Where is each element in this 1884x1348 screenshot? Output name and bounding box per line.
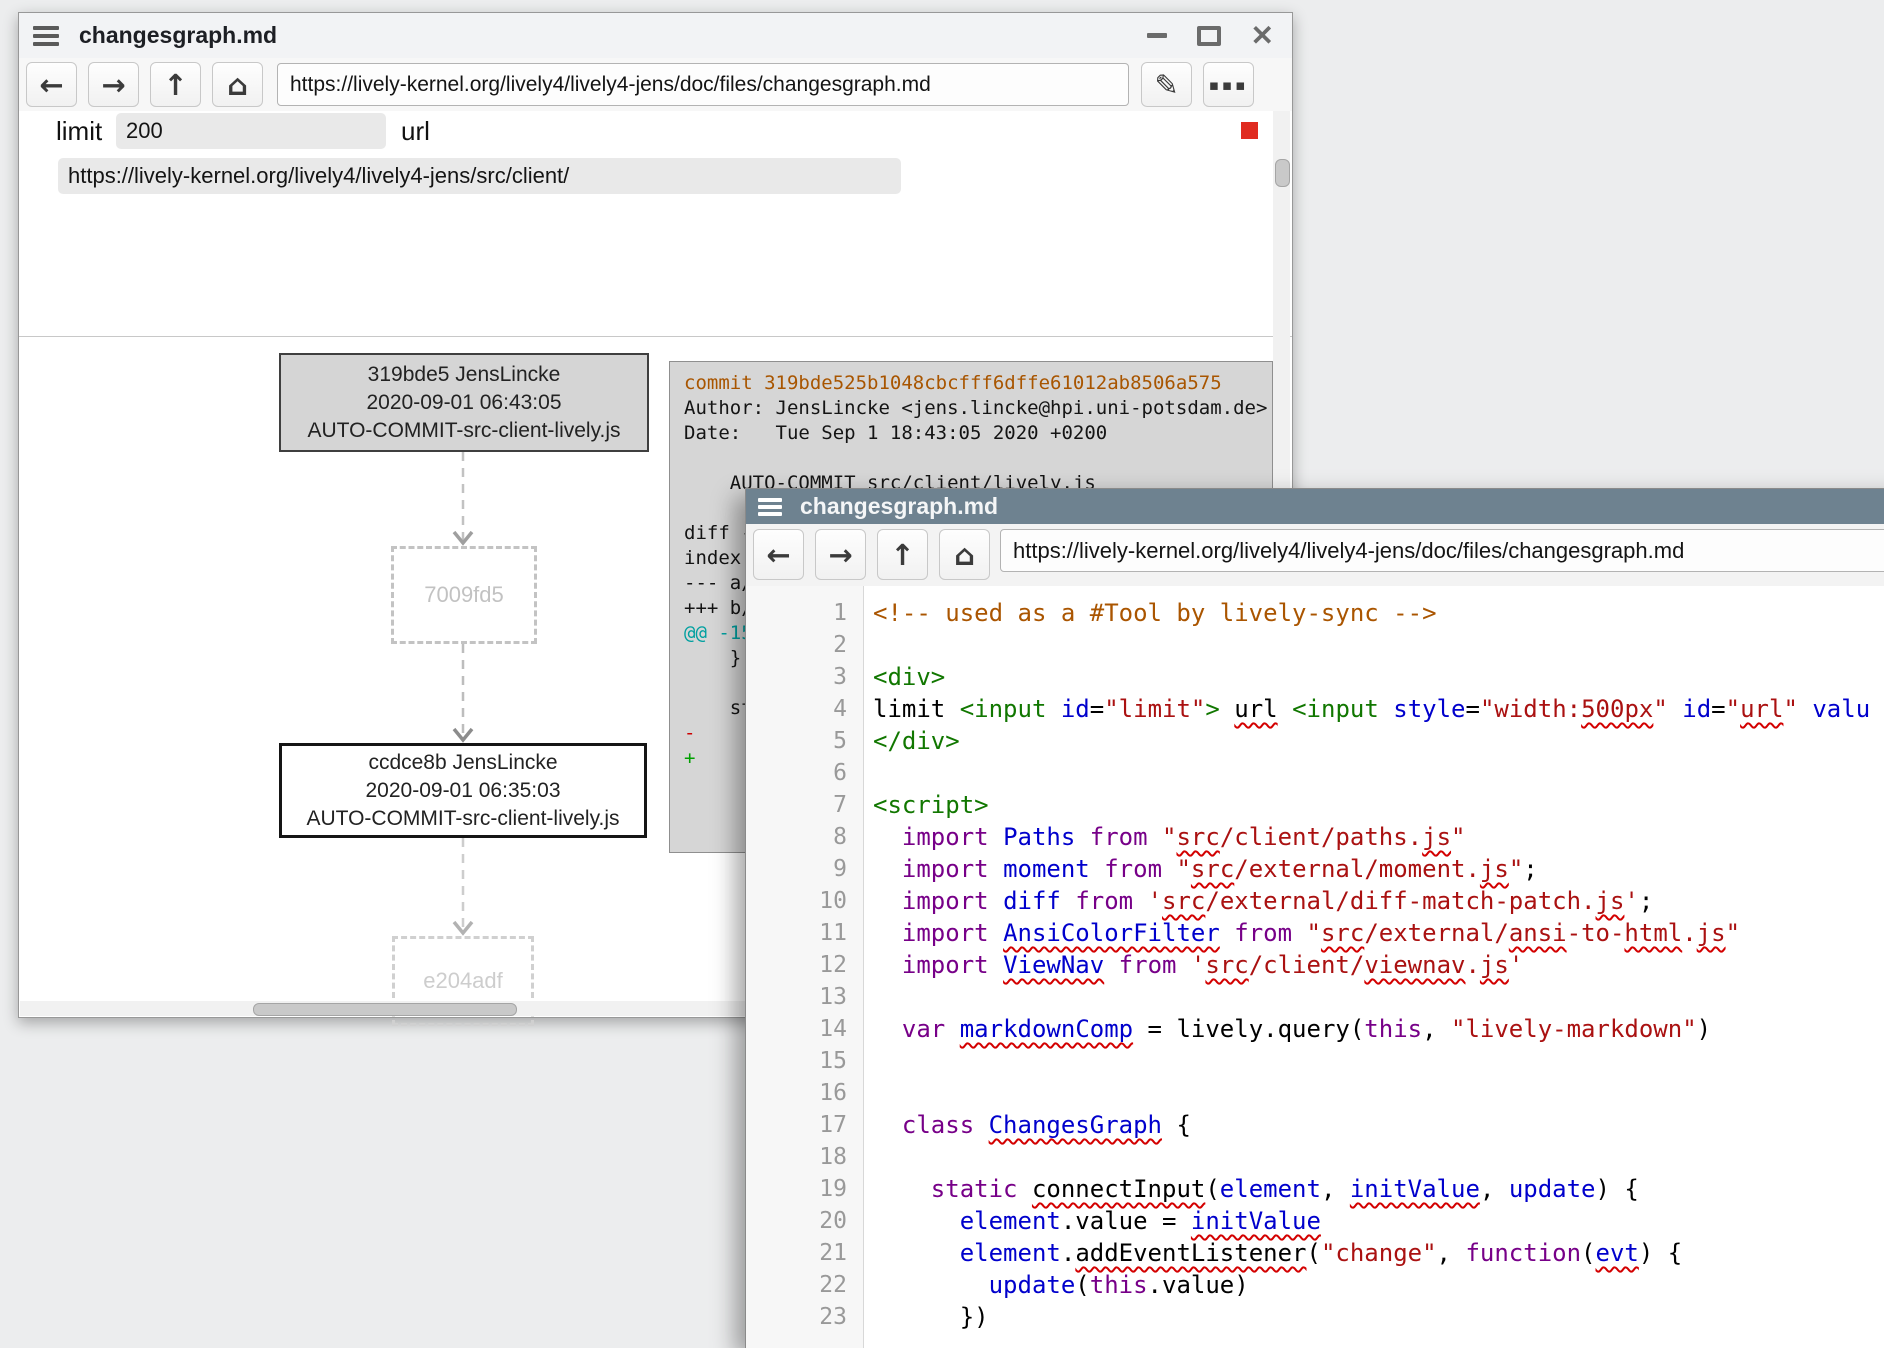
- line-number: 21: [746, 1237, 863, 1269]
- line-number: 9: [746, 853, 863, 885]
- code-line[interactable]: 1<!-- used as a #Tool by lively-sync -->: [746, 597, 1884, 629]
- window1-title: changesgraph.md: [79, 22, 277, 49]
- menu-icon[interactable]: [758, 498, 782, 516]
- window2-titlebar[interactable]: changesgraph.md: [746, 489, 1884, 524]
- code-line[interactable]: 9 import moment from "src/external/momen…: [746, 853, 1884, 885]
- code-line[interactable]: 19 static connectInput(element, initValu…: [746, 1173, 1884, 1205]
- code-line[interactable]: 14 var markdownComp = lively.query(this,…: [746, 1013, 1884, 1045]
- maximize-icon[interactable]: [1197, 26, 1221, 46]
- forward-button[interactable]: →: [815, 529, 866, 580]
- window1-url-input[interactable]: [277, 63, 1129, 106]
- up-button[interactable]: ↑: [150, 62, 201, 107]
- line-number: 22: [746, 1269, 863, 1301]
- line-number: 2: [746, 629, 863, 661]
- minimize-icon[interactable]: [1147, 33, 1167, 38]
- code-line[interactable]: 2: [746, 629, 1884, 661]
- code-line[interactable]: 12 import ViewNav from 'src/client/viewn…: [746, 949, 1884, 981]
- window1-titlebar[interactable]: changesgraph.md ✕: [19, 13, 1292, 59]
- up-button[interactable]: ↑: [877, 529, 928, 580]
- url-label: url: [401, 116, 430, 147]
- line-number: 15: [746, 1045, 863, 1077]
- code-line[interactable]: 15: [746, 1045, 1884, 1077]
- commit-node-7009fd5[interactable]: 7009fd5: [391, 546, 537, 644]
- line-number: 8: [746, 821, 863, 853]
- mutation-indicator: [1241, 122, 1258, 139]
- close-icon[interactable]: ✕: [1251, 22, 1274, 50]
- window-changesgraph-front: changesgraph.md ← → ↑ ⌂ 1<!-- used as a …: [745, 488, 1884, 1348]
- vertical-scrollbar-thumb[interactable]: [1275, 159, 1290, 187]
- more-button[interactable]: ▪▪▪: [1203, 62, 1254, 107]
- line-number: 3: [746, 661, 863, 693]
- code-line[interactable]: 3<div>: [746, 661, 1884, 693]
- code-line[interactable]: 4limit <input id="limit"> url <input sty…: [746, 693, 1884, 725]
- line-number: 1: [746, 597, 863, 629]
- window2-toolbar: ← → ↑ ⌂: [746, 524, 1884, 587]
- line-number: 7: [746, 789, 863, 821]
- back-button[interactable]: ←: [26, 62, 77, 107]
- content-separator: [19, 336, 1292, 337]
- home-button[interactable]: ⌂: [212, 62, 263, 107]
- diff-line: Author: JensLincke <jens.lincke@hpi.uni-…: [684, 396, 1258, 421]
- back-button[interactable]: ←: [753, 529, 804, 580]
- diff-line: [684, 446, 1258, 471]
- code-line[interactable]: 13: [746, 981, 1884, 1013]
- line-number: 18: [746, 1141, 863, 1173]
- line-number: 10: [746, 885, 863, 917]
- line-number: 19: [746, 1173, 863, 1205]
- limit-label: limit: [56, 116, 102, 147]
- line-number: 4: [746, 693, 863, 725]
- line-number: 6: [746, 757, 863, 789]
- line-number: 13: [746, 981, 863, 1013]
- code-line[interactable]: 8 import Paths from "src/client/paths.js…: [746, 821, 1884, 853]
- url-value-input[interactable]: [58, 158, 901, 194]
- window1-controls: ✕: [1147, 22, 1274, 50]
- menu-icon[interactable]: [33, 26, 59, 46]
- code-line[interactable]: 20 element.value = initValue: [746, 1205, 1884, 1237]
- code-editor[interactable]: 1<!-- used as a #Tool by lively-sync -->…: [746, 586, 1884, 1348]
- line-number: 12: [746, 949, 863, 981]
- code-line[interactable]: 11 import AnsiColorFilter from "src/exte…: [746, 917, 1884, 949]
- code-line[interactable]: 23 }): [746, 1301, 1884, 1333]
- line-number: 16: [746, 1077, 863, 1109]
- line-number: 14: [746, 1013, 863, 1045]
- home-button[interactable]: ⌂: [939, 529, 990, 580]
- code-line[interactable]: 17 class ChangesGraph {: [746, 1109, 1884, 1141]
- code-line[interactable]: 5</div>: [746, 725, 1884, 757]
- line-number: 5: [746, 725, 863, 757]
- line-number: 20: [746, 1205, 863, 1237]
- diff-line: commit 319bde525b1048cbcfff6dffe61012ab8…: [684, 371, 1258, 396]
- horizontal-scrollbar-thumb[interactable]: [253, 1003, 517, 1016]
- code-line[interactable]: 22 update(this.value): [746, 1269, 1884, 1301]
- edit-button[interactable]: ✎: [1141, 62, 1192, 107]
- line-number: 17: [746, 1109, 863, 1141]
- code-line[interactable]: 16: [746, 1077, 1884, 1109]
- commit-node-ccdce8b[interactable]: ccdce8b JensLincke2020-09-01 06:35:03AUT…: [279, 743, 647, 838]
- limit-input[interactable]: [116, 113, 386, 149]
- line-number: 11: [746, 917, 863, 949]
- code-line[interactable]: 18: [746, 1141, 1884, 1173]
- diff-line: Date: Tue Sep 1 18:43:05 2020 +0200: [684, 421, 1258, 446]
- code-line[interactable]: 10 import diff from 'src/external/diff-m…: [746, 885, 1884, 917]
- forward-button[interactable]: →: [88, 62, 139, 107]
- window1-toolbar: ← → ↑ ⌂ ✎ ▪▪▪: [19, 58, 1292, 112]
- code-line[interactable]: 7<script>: [746, 789, 1884, 821]
- window2-title: changesgraph.md: [800, 493, 998, 520]
- window2-url-input[interactable]: [1000, 529, 1884, 572]
- line-number: 23: [746, 1301, 863, 1333]
- code-line[interactable]: 6: [746, 757, 1884, 789]
- code-line[interactable]: 21 element.addEventListener("change", fu…: [746, 1237, 1884, 1269]
- commit-node-319bde5[interactable]: 319bde5 JensLincke2020-09-01 06:43:05AUT…: [279, 353, 649, 452]
